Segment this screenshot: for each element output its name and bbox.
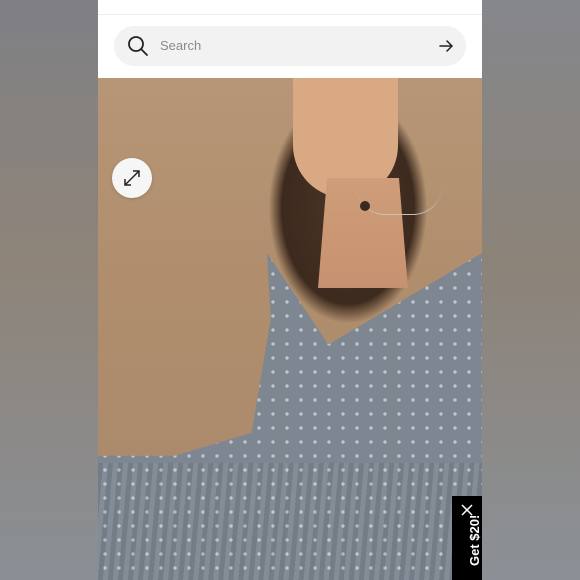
expand-image-button[interactable]	[112, 158, 152, 198]
promo-label[interactable]: Get $20!	[467, 515, 482, 566]
promo-tab[interactable]: Get $20!	[452, 496, 482, 580]
search-bar[interactable]: Search	[114, 26, 466, 66]
expand-icon	[124, 170, 140, 186]
photo-skirt-pleats	[98, 463, 482, 580]
search-icon	[128, 36, 148, 56]
top-bar	[98, 0, 482, 15]
search-input[interactable]: Search	[160, 38, 201, 53]
blurred-background-right	[482, 0, 580, 580]
photo-pendant	[360, 201, 370, 211]
arrow-right-icon[interactable]	[438, 38, 454, 54]
product-photo[interactable]	[98, 78, 482, 580]
phone-screen: Search Get $20!	[98, 0, 482, 580]
blurred-background-left	[0, 0, 98, 580]
